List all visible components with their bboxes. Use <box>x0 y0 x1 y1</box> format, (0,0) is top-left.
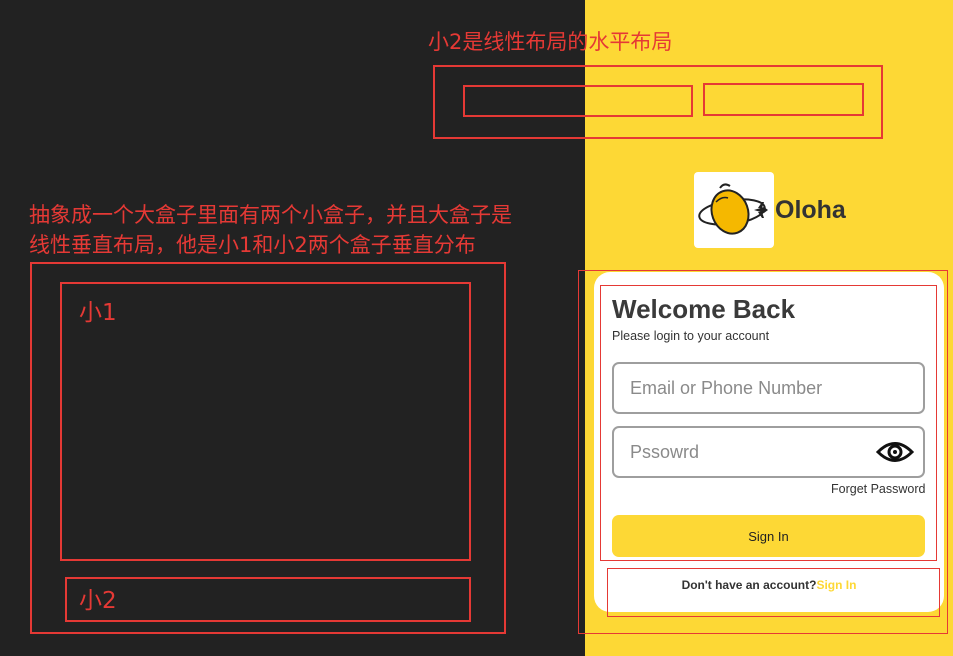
annotation-box1-label: 小1 <box>79 300 117 326</box>
annotation-small-box-1 <box>60 282 471 561</box>
brand-name: Oloha <box>775 196 846 224</box>
annotation-top-title: 小2是线性布局的水平布局 <box>428 30 673 54</box>
annotation-box2-label: 小2 <box>79 588 117 614</box>
annotation-login-footer-box <box>607 568 940 617</box>
annotation-login-form-box <box>600 285 937 561</box>
annotation-desc-line2: 线性垂直布局，他是小1和小2两个盒子垂直分布 <box>29 233 476 257</box>
annotation-horizontal-item-2 <box>703 83 864 116</box>
annotation-horizontal-item-1 <box>463 85 693 117</box>
logo-tile <box>694 172 774 248</box>
lemon-plane-logo-icon <box>698 183 768 235</box>
annotation-desc-line1: 抽象成一个大盒子里面有两个小盒子，并且大盒子是 <box>29 203 512 227</box>
annotation-small-box-2 <box>65 577 471 622</box>
